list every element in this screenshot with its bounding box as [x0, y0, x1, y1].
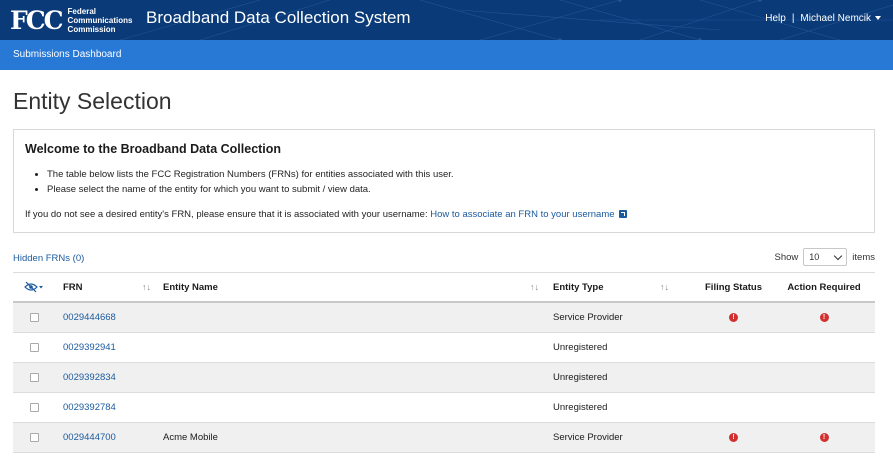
- entity-name-cell[interactable]: Acme Mobile: [163, 423, 218, 452]
- eye-slash-icon: [24, 281, 43, 293]
- caret-down-icon: [875, 16, 881, 21]
- logo-line-3: Commission: [67, 24, 116, 34]
- entity-table: FRN ↑↓ Entity Name ↑↓ Entity Type ↑↓ Fil…: [13, 272, 875, 453]
- table-header-row: FRN ↑↓ Entity Name ↑↓ Entity Type ↑↓ Fil…: [13, 272, 875, 303]
- page-title: Entity Selection: [13, 88, 172, 114]
- column-header-action-required: Action Required: [787, 281, 861, 293]
- chevron-down-icon: [834, 251, 843, 260]
- row-hide-checkbox[interactable]: [30, 433, 39, 442]
- help-link[interactable]: Help: [765, 12, 786, 26]
- entity-type-cell: Service Provider: [553, 432, 623, 443]
- nav-submissions-dashboard[interactable]: Submissions Dashboard: [13, 48, 121, 62]
- welcome-panel: Welcome to the Broadband Data Collection…: [13, 129, 875, 233]
- top-header: FCC Federal Communications Commission Br…: [0, 0, 893, 40]
- entity-type-cell: Unregistered: [553, 342, 608, 353]
- alert-circle-icon: !: [729, 313, 738, 322]
- user-menu[interactable]: Michael Nemcik: [800, 12, 881, 26]
- row-hide-checkbox[interactable]: [30, 313, 39, 322]
- items-label: items: [852, 251, 875, 263]
- fcc-logo-mark: FCC: [10, 5, 64, 35]
- nav-separator: |: [791, 13, 795, 24]
- column-header-entity-type[interactable]: Entity Type: [553, 273, 604, 301]
- logo-line-1: Federal: [67, 6, 97, 16]
- alert-circle-icon: !: [819, 313, 829, 322]
- external-link-icon: [618, 210, 627, 218]
- row-hide-checkbox[interactable]: [30, 403, 39, 412]
- column-header-frn[interactable]: FRN: [63, 273, 83, 301]
- show-label: Show: [774, 251, 799, 263]
- welcome-bullets: The table below lists the FCC Registrati…: [47, 167, 454, 197]
- frn-link[interactable]: 0029392941: [63, 342, 116, 353]
- entity-type-cell: Unregistered: [553, 372, 608, 383]
- frn-link[interactable]: 0029444700: [63, 432, 116, 443]
- welcome-heading: Welcome to the Broadband Data Collection: [25, 142, 282, 156]
- frn-help-text: If you do not see a desired entity's FRN…: [25, 209, 428, 220]
- associate-frn-link-label: How to associate an FRN to your username: [430, 209, 615, 220]
- column-header-filing-status: Filing Status: [705, 281, 762, 293]
- page-size-select[interactable]: 10: [803, 248, 848, 266]
- fcc-logo-text: Federal Communications Commission: [68, 7, 133, 34]
- entity-type-cell: Service Provider: [553, 312, 623, 323]
- hidden-frns-link[interactable]: Hidden FRNs (0): [13, 252, 84, 266]
- frn-help-line: If you do not see a desired entity's FRN…: [25, 208, 627, 222]
- welcome-bullet-2: Please select the name of the entity for…: [47, 182, 454, 197]
- associate-frn-link[interactable]: How to associate an FRN to your username: [430, 209, 627, 220]
- entity-type-cell: Unregistered: [553, 402, 608, 413]
- row-hide-checkbox[interactable]: [30, 343, 39, 352]
- alert-circle-icon: !: [729, 433, 738, 442]
- frn-link[interactable]: 0029444668: [63, 312, 116, 323]
- logo-line-2: Communications: [67, 15, 133, 25]
- frn-link[interactable]: 0029392834: [63, 372, 116, 383]
- sort-entity-type-icon[interactable]: ↑↓: [660, 273, 669, 301]
- page-size-value: 10: [809, 252, 820, 262]
- user-name: Michael Nemcik: [800, 13, 871, 24]
- welcome-bullet-1: The table below lists the FCC Registrati…: [47, 167, 454, 182]
- page-size-control: Show 10 items: [775, 248, 875, 266]
- frn-link[interactable]: 0029392784: [63, 402, 116, 413]
- table-row: 0029392784 Unregistered: [13, 393, 875, 423]
- alert-circle-icon: !: [819, 433, 829, 442]
- column-visibility-toggle[interactable]: [24, 273, 44, 301]
- table-row: 0029392834 Unregistered: [13, 363, 875, 393]
- table-row: 0029392941 Unregistered: [13, 333, 875, 363]
- table-row: 0029444668 Service Provider ! !: [13, 303, 875, 333]
- nav-bar: Submissions Dashboard: [0, 40, 893, 70]
- row-hide-checkbox[interactable]: [30, 373, 39, 382]
- sort-frn-icon[interactable]: ↑↓: [142, 273, 151, 301]
- header-network-pattern: [119, 0, 893, 40]
- column-header-entity-name[interactable]: Entity Name: [163, 273, 218, 301]
- sort-entity-name-icon[interactable]: ↑↓: [530, 273, 539, 301]
- app-title: Broadband Data Collection System: [146, 8, 411, 27]
- table-row: 0029444700 Acme Mobile Service Provider …: [13, 423, 875, 453]
- user-nav: Help | Michael Nemcik: [765, 12, 881, 26]
- fcc-logo[interactable]: FCC Federal Communications Commission: [10, 4, 132, 36]
